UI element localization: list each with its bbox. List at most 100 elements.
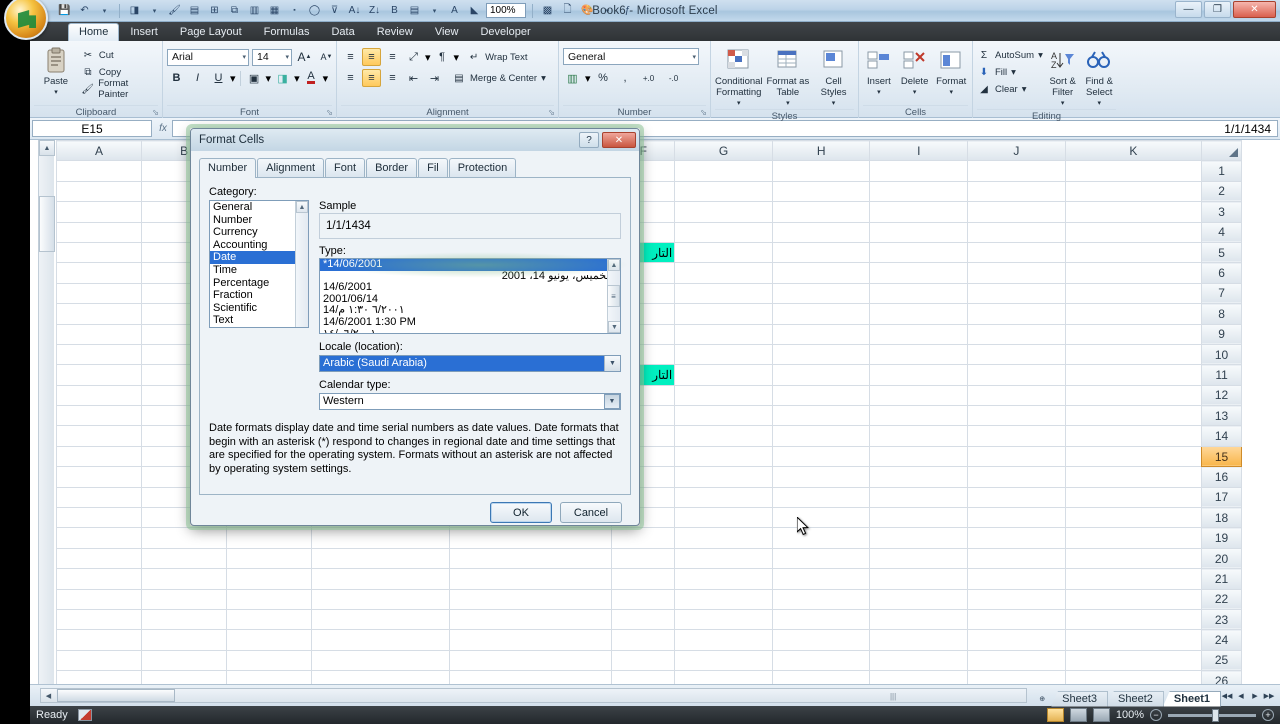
- insert-function-icon[interactable]: ƒ: [619, 2, 636, 19]
- row-header-6[interactable]: 6: [1201, 262, 1242, 284]
- qat-zoom-input[interactable]: 100%: [486, 3, 526, 18]
- cell-J1[interactable]: [967, 160, 1066, 182]
- cell-A10[interactable]: [55, 343, 143, 366]
- col-header-H[interactable]: H: [771, 140, 871, 162]
- cell-A19[interactable]: [55, 527, 143, 549]
- cell-A5[interactable]: [55, 241, 143, 264]
- dialog-tab-fill[interactable]: Fil: [418, 158, 448, 177]
- row-header-8[interactable]: 8: [1201, 303, 1242, 325]
- cell-C26[interactable]: [226, 670, 313, 684]
- category-item-currency[interactable]: Currency: [210, 226, 308, 239]
- cell-I16[interactable]: [869, 466, 969, 488]
- row-header-3[interactable]: 3: [1201, 201, 1242, 223]
- cell-A20[interactable]: [55, 547, 143, 570]
- cell-A16[interactable]: [55, 466, 143, 488]
- cell-H23[interactable]: [771, 608, 871, 631]
- locale-select[interactable]: Arabic (Saudi Arabia) ▼: [319, 355, 621, 372]
- cell-C25[interactable]: [226, 649, 313, 672]
- cell-F20[interactable]: [611, 547, 676, 570]
- cell-H3[interactable]: [771, 201, 871, 223]
- cell-I5[interactable]: [869, 241, 969, 264]
- zoom-slider[interactable]: [1168, 708, 1256, 722]
- fill-button[interactable]: ⬇ Fill ▾: [977, 64, 1043, 80]
- increase-decimal-button[interactable]: +.0: [638, 69, 660, 87]
- cell-J23[interactable]: [967, 608, 1066, 631]
- colors-dropdown-icon[interactable]: ▾: [599, 2, 616, 19]
- sheet-tab-sheet3[interactable]: Sheet3: [1051, 690, 1109, 707]
- cell-G25[interactable]: [674, 649, 773, 672]
- dialog-tab-number[interactable]: Number: [199, 158, 257, 178]
- cell-G1[interactable]: [674, 160, 773, 182]
- cell-G16[interactable]: [674, 466, 773, 488]
- sheet-nav-last[interactable]: ▶▶: [1262, 688, 1276, 703]
- row-header-7[interactable]: 7: [1201, 282, 1242, 305]
- cell-D20[interactable]: [311, 547, 450, 570]
- cell-J12[interactable]: [967, 384, 1066, 407]
- cell-styles-button[interactable]: Cell Styles ▾: [813, 44, 854, 109]
- tab-formulas[interactable]: Formulas: [253, 24, 321, 41]
- grow-font-button[interactable]: A ▲: [295, 48, 314, 66]
- dialog-tab-protection[interactable]: Protection: [448, 158, 517, 177]
- number-format-dropdown-icon[interactable]: ▾: [692, 53, 696, 61]
- calendar-dropdown-icon[interactable]: ▼: [604, 394, 620, 409]
- cell-A8[interactable]: [55, 303, 143, 325]
- cell-J22[interactable]: [967, 588, 1066, 610]
- align-top-button[interactable]: ≡: [341, 48, 360, 66]
- cell-A4[interactable]: [55, 221, 143, 243]
- more-icon[interactable]: ▪: [286, 2, 303, 19]
- cell-C22[interactable]: [226, 588, 313, 610]
- align-center-button[interactable]: ≡: [362, 69, 381, 87]
- cell-H2[interactable]: [771, 180, 871, 203]
- delete-dropdown-icon[interactable]: ▾: [913, 87, 917, 98]
- cell-G2[interactable]: [674, 180, 773, 203]
- cell-I12[interactable]: [869, 384, 969, 407]
- orientation-button[interactable]: ⤢: [404, 48, 423, 66]
- cell-G5[interactable]: [674, 241, 773, 264]
- cell-F22[interactable]: [611, 588, 676, 610]
- cell-F25[interactable]: [611, 649, 676, 672]
- cell-J3[interactable]: [967, 201, 1066, 223]
- cell-G19[interactable]: [674, 527, 773, 549]
- category-item-text[interactable]: Text: [210, 314, 308, 327]
- cell-G11[interactable]: [674, 364, 773, 386]
- fill-color-dropdown-icon-ribbon[interactable]: ▾: [294, 72, 300, 85]
- cell-A25[interactable]: [55, 649, 143, 672]
- cell-H22[interactable]: [771, 588, 871, 610]
- tab-view[interactable]: View: [424, 24, 470, 41]
- chart-icon[interactable]: ▩: [539, 2, 556, 19]
- format-as-table-button[interactable]: Format as Table ▾: [766, 44, 811, 109]
- category-item-scientific[interactable]: Scientific: [210, 302, 308, 315]
- undo-icon[interactable]: ↶: [76, 2, 93, 19]
- cell-I6[interactable]: [869, 262, 969, 284]
- cf-dropdown-icon[interactable]: ▾: [737, 98, 741, 109]
- type-scroll-up-icon[interactable]: ▲: [608, 259, 620, 271]
- cell-H8[interactable]: [771, 303, 871, 325]
- cell-I22[interactable]: [869, 588, 969, 610]
- cell-K20[interactable]: [1064, 547, 1203, 570]
- dialog-tab-font[interactable]: Font: [325, 158, 366, 177]
- cell-A11[interactable]: [55, 364, 143, 386]
- type-item-5[interactable]: 14/6/2001 1:30 PM: [320, 316, 620, 329]
- category-item-number[interactable]: Number: [210, 214, 308, 227]
- category-item-special[interactable]: Special: [210, 327, 308, 328]
- cell-I19[interactable]: [869, 527, 969, 549]
- align-left-button[interactable]: ≡: [341, 69, 360, 87]
- cell-E25[interactable]: [448, 649, 613, 672]
- format-dropdown-icon[interactable]: ▾: [949, 87, 953, 98]
- cell-K21[interactable]: [1064, 568, 1203, 590]
- cell-G9[interactable]: [674, 323, 773, 345]
- row-header-13[interactable]: 13: [1201, 405, 1242, 427]
- tab-page-layout[interactable]: Page Layout: [169, 24, 253, 41]
- cell-H26[interactable]: [771, 670, 871, 684]
- insert-dropdown-icon[interactable]: ▾: [877, 87, 881, 98]
- cell-A22[interactable]: [55, 588, 143, 610]
- paste-button[interactable]: Paste ▾: [34, 44, 78, 98]
- cell-A14[interactable]: [55, 425, 143, 447]
- row-header-11[interactable]: 11: [1201, 364, 1242, 386]
- cell-K14[interactable]: [1064, 425, 1203, 447]
- comma-style-button[interactable]: ,: [616, 69, 635, 87]
- horizontal-scroll-thumb[interactable]: [57, 689, 175, 702]
- cell-D26[interactable]: [311, 670, 450, 684]
- cell-H13[interactable]: [771, 405, 871, 427]
- cell-D22[interactable]: [311, 588, 450, 610]
